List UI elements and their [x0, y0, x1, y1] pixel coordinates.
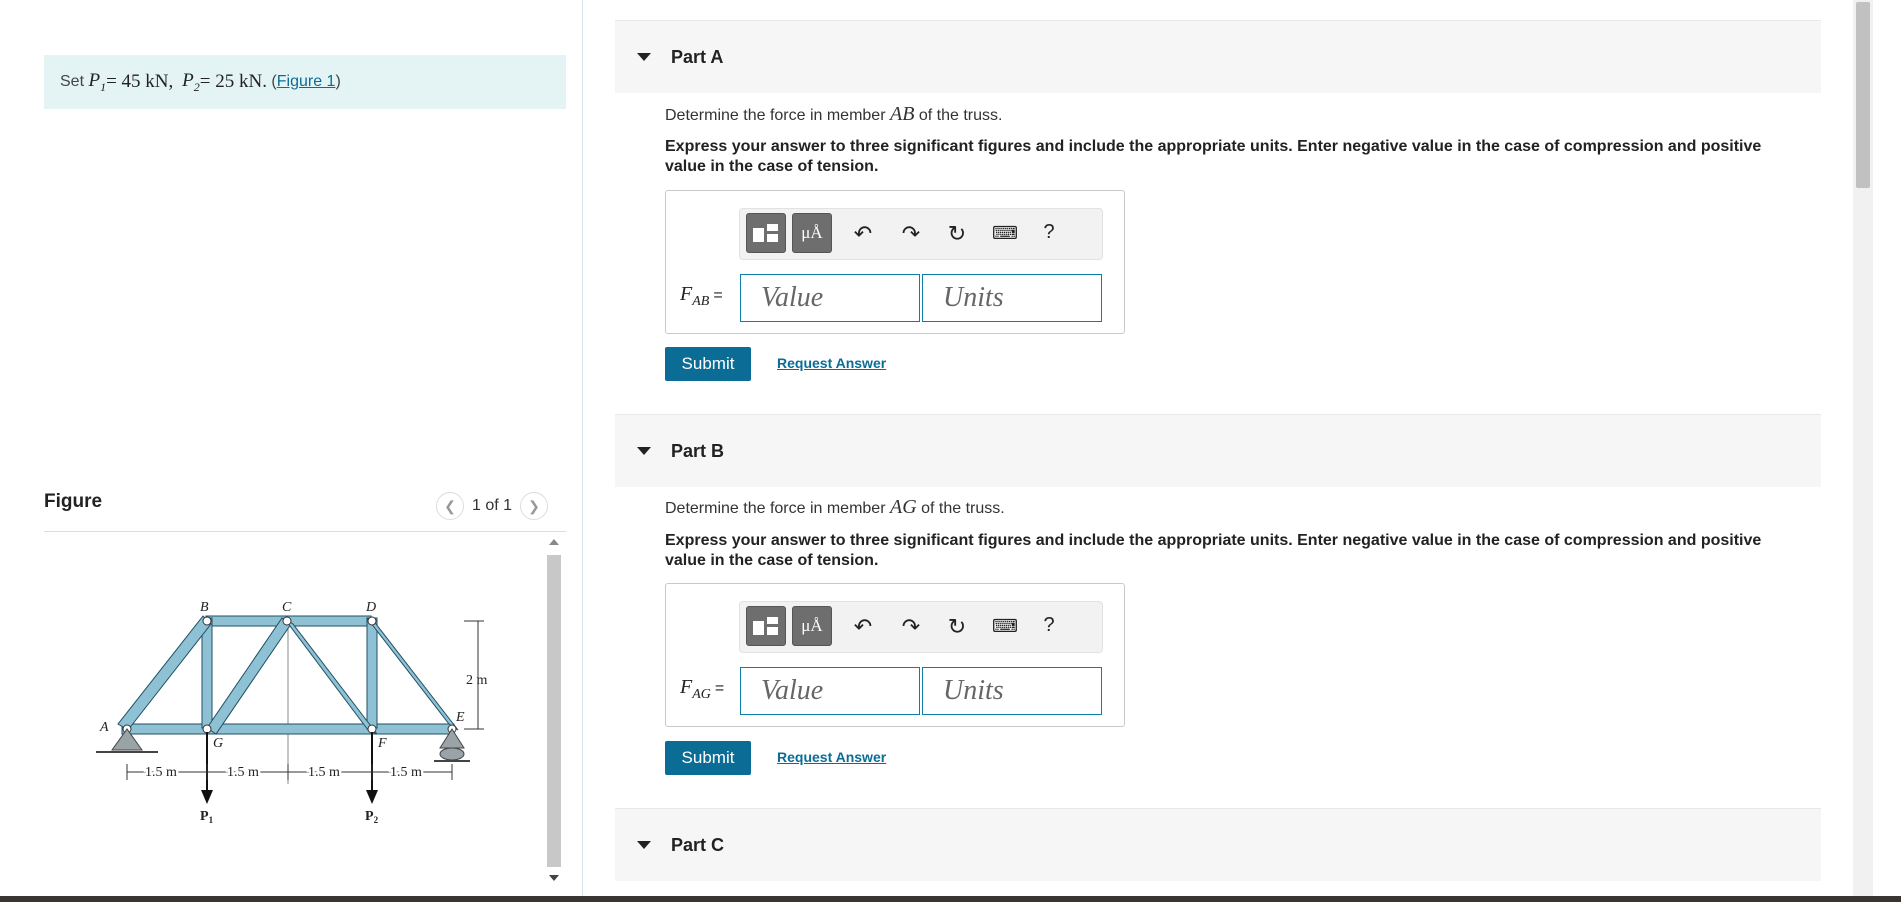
caret-down-icon[interactable] [637, 447, 651, 455]
part-b-instructions: Express your answer to three significant… [665, 532, 1762, 569]
label-height: 2 m [466, 673, 488, 688]
part-b-label: FAG = [680, 676, 725, 702]
load-P2-arrow [366, 790, 378, 804]
page-scroll-thumb[interactable] [1856, 2, 1870, 188]
part-c-header[interactable]: Part C [615, 808, 1821, 881]
label-G: G [213, 736, 223, 751]
paren-close: ) [335, 73, 341, 90]
member-DE [366, 617, 459, 731]
part-b-value-input[interactable]: Value [740, 667, 920, 715]
help-icon[interactable]: ? [1036, 614, 1062, 637]
label-P1: P1 [200, 809, 214, 825]
part-a-value-input[interactable]: Value [740, 274, 920, 322]
undo-icon[interactable]: ↶ [850, 221, 876, 247]
templates-icon[interactable] [746, 606, 786, 646]
caret-down-icon[interactable] [637, 53, 651, 61]
problem-statement: Set P1 = 45 kN, P2 = 25 kN. (Figure 1) [44, 55, 566, 109]
part-a-request-answer-link[interactable]: Request Answer [777, 355, 886, 371]
member-CF [283, 617, 378, 735]
part-a-question: Determine the force in member AB of the … [665, 103, 1003, 125]
pin-D [367, 616, 377, 626]
member-DF [366, 617, 378, 729]
part-b-answer-box: μÅ ↶ ↷ ↻ ⌨ ? FAG = Value Units [665, 583, 1125, 727]
pin-C [282, 616, 292, 626]
keyboard-icon[interactable]: ⌨ [992, 616, 1018, 637]
label-span4: 1.5 m [390, 765, 422, 780]
scroll-up-icon[interactable] [549, 539, 559, 545]
part-a-header[interactable]: Part A [615, 20, 1821, 93]
part-b-request-answer-link[interactable]: Request Answer [777, 749, 886, 765]
p1-symbol: P1 [88, 69, 107, 94]
truss-figure: A B C D E F G 2 m 1.5 m 1.5 m 1.5 m 1.5 … [44, 532, 544, 892]
part-a-title: Part A [671, 46, 724, 67]
caret-down-icon[interactable] [637, 841, 651, 849]
load-P1-arrow [201, 790, 213, 804]
part-a-instructions: Express your answer to three significant… [665, 138, 1762, 175]
figure-page-count: 1 of 1 [472, 497, 513, 514]
pin-B [202, 616, 212, 626]
member-bottom-chord [121, 723, 455, 735]
label-F: F [377, 736, 387, 751]
part-a-submit-button[interactable]: Submit [665, 347, 751, 381]
units-icon[interactable]: μÅ [792, 606, 832, 646]
label-D: D [365, 600, 376, 615]
part-b-submit-button[interactable]: Submit [665, 741, 751, 775]
keyboard-icon[interactable]: ⌨ [992, 223, 1018, 244]
templates-icon[interactable] [746, 213, 786, 253]
questions-panel: Part A Determine the force in member AB … [583, 0, 1853, 896]
scroll-down-icon[interactable] [549, 875, 559, 881]
truss-diagram: A B C D E F G 2 m 1.5 m 1.5 m 1.5 m 1.5 … [96, 600, 488, 825]
part-a-label: FAB = [680, 283, 723, 309]
label-B: B [200, 600, 209, 615]
label-P2: P2 [365, 809, 379, 825]
part-b-question: Determine the force in member AG of the … [665, 496, 1005, 518]
redo-icon[interactable]: ↷ [898, 614, 924, 640]
page-scrollbar[interactable] [1853, 0, 1873, 896]
figure-scroll-thumb[interactable] [547, 555, 561, 867]
p2-value: = 25 kN. [199, 71, 267, 92]
redo-icon[interactable]: ↷ [898, 221, 924, 247]
left-panel: Set P1 = 45 kN, P2 = 25 kN. (Figure 1) F… [0, 0, 582, 896]
member-BG [201, 617, 213, 729]
label-E: E [455, 710, 465, 725]
truss-pins [122, 616, 457, 734]
set-prefix: Set [60, 73, 85, 90]
label-span3: 1.5 m [308, 765, 340, 780]
label-span2: 1.5 m [227, 765, 259, 780]
p2-symbol: P2 [182, 69, 200, 94]
roller-E [439, 747, 465, 761]
figure-scrollbar[interactable] [545, 535, 563, 892]
figure-pager: ❮ 1 of 1 ❯ [436, 492, 549, 520]
units-icon[interactable]: μÅ [792, 213, 832, 253]
part-b-header[interactable]: Part B [615, 414, 1821, 487]
part-a-answer-box: μÅ ↶ ↷ ↻ ⌨ ? FAB = Value Units [665, 190, 1125, 334]
chevron-left-icon[interactable]: ❮ [436, 492, 464, 520]
p1-value: = 45 kN, [106, 71, 174, 92]
label-A: A [99, 720, 109, 735]
pin-F [367, 724, 377, 734]
chevron-right-icon[interactable]: ❯ [520, 492, 549, 520]
bottom-edge [0, 896, 1901, 902]
part-b-title: Part B [671, 440, 725, 461]
pin-G [202, 724, 212, 734]
part-c-title: Part C [671, 834, 725, 855]
part-b-units-input[interactable]: Units [922, 667, 1102, 715]
figure-link[interactable]: Figure 1 [277, 73, 336, 91]
help-icon[interactable]: ? [1036, 221, 1062, 244]
part-a-units-input[interactable]: Units [922, 274, 1102, 322]
reset-icon[interactable]: ↻ [944, 614, 970, 640]
label-span1: 1.5 m [145, 765, 177, 780]
math-toolbar: μÅ ↶ ↷ ↻ ⌨ ? [739, 208, 1103, 260]
reset-icon[interactable]: ↻ [944, 221, 970, 247]
undo-icon[interactable]: ↶ [850, 614, 876, 640]
member-AB [117, 615, 212, 731]
member-CG [206, 617, 292, 735]
label-C: C [282, 600, 292, 615]
figure-title: Figure [44, 491, 103, 512]
math-toolbar: μÅ ↶ ↷ ↻ ⌨ ? [739, 601, 1103, 653]
